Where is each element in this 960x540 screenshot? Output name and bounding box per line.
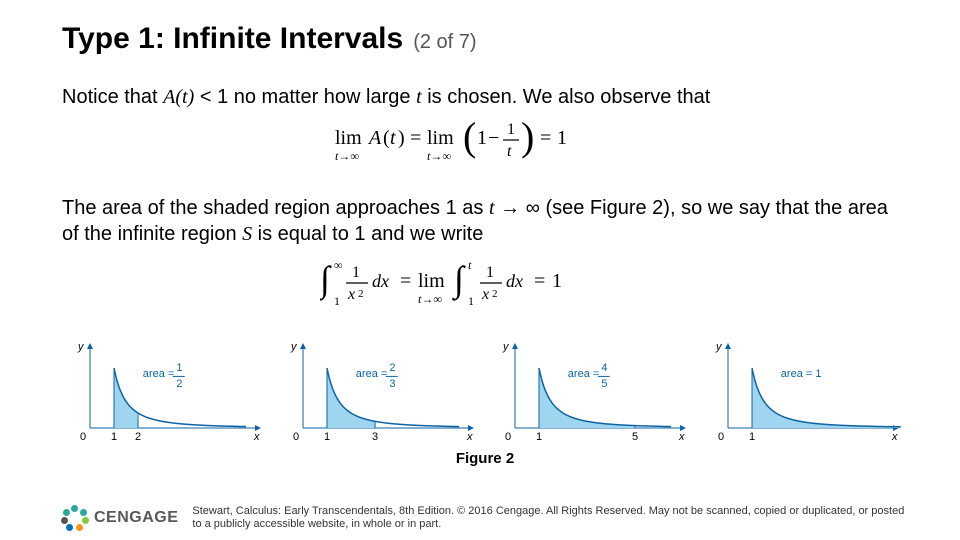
page-title: Type 1: Infinite Intervals — [62, 22, 403, 56]
svg-text:=: = — [534, 270, 545, 292]
var-A: A — [163, 86, 175, 108]
svg-text:(: ( — [463, 120, 476, 159]
svg-text:0: 0 — [505, 431, 511, 443]
svg-text:y: y — [77, 341, 85, 353]
svg-text:1: 1 — [352, 264, 360, 281]
svg-text:y: y — [502, 341, 510, 353]
logo-icon — [62, 505, 88, 531]
svg-text:1: 1 — [486, 264, 494, 281]
svg-text:): ) — [521, 120, 534, 159]
svg-text:lim: lim — [427, 127, 454, 149]
svg-text:2: 2 — [176, 378, 182, 390]
text: < 1 no matter how large — [194, 86, 416, 108]
svg-text:1: 1 — [477, 127, 487, 149]
svg-text:x: x — [678, 431, 685, 443]
svg-text:area =: area = — [568, 368, 600, 380]
svg-text:=: = — [540, 127, 551, 149]
text: Notice that — [62, 86, 163, 108]
svg-text:3: 3 — [389, 378, 395, 390]
svg-text:A: A — [367, 127, 382, 149]
svg-text:lim: lim — [418, 270, 445, 292]
plot-panel-3: x y 0 1 5 area = 4 5 — [491, 336, 691, 446]
svg-text:x: x — [891, 431, 898, 443]
svg-text:2: 2 — [492, 288, 498, 300]
svg-text:area =: area = — [355, 368, 387, 380]
plot-panel-4: x y 0 1 area = 1 — [704, 336, 904, 446]
svg-text:t: t — [390, 127, 396, 149]
svg-text:area = 1: area = 1 — [781, 368, 822, 380]
svg-text:t→∞: t→∞ — [418, 292, 442, 306]
text: is equal to 1 and we write — [252, 223, 483, 245]
svg-text:y: y — [715, 341, 723, 353]
svg-text:): ) — [398, 127, 405, 149]
page-counter: (2 of 7) — [413, 31, 476, 54]
svg-text:∞: ∞ — [334, 258, 343, 272]
plot-panel-2: x y 0 1 3 area = 2 3 — [279, 336, 479, 446]
figure-caption: Figure 2 — [62, 450, 908, 467]
figure-row: x y 0 1 2 area = 1 2 x y 0 1 3 area = 2 3 x … — [62, 336, 908, 446]
svg-text:1: 1 — [536, 431, 542, 443]
text: is chosen. We also observe that — [422, 86, 711, 108]
svg-text:4: 4 — [602, 362, 608, 374]
copyright-text: Stewart, Calculus: Early Transcendentals… — [192, 505, 908, 533]
svg-text:1: 1 — [111, 431, 117, 443]
svg-text:2: 2 — [358, 288, 364, 300]
slide: Type 1: Infinite Intervals (2 of 7) Noti… — [0, 0, 960, 540]
svg-text:−: − — [488, 127, 499, 149]
svg-text:dx: dx — [372, 271, 389, 291]
svg-text:=: = — [400, 270, 411, 292]
brand-name: CENGAGE — [94, 509, 178, 527]
equation-2: ∫ ∞ 1 1 x 2 dx = lim t→∞ ∫ t 1 1 x 2 dx — [62, 257, 908, 318]
svg-text:dx: dx — [506, 271, 523, 291]
svg-text:t: t — [507, 143, 512, 160]
svg-text:0: 0 — [293, 431, 299, 443]
text: (t) — [175, 86, 194, 108]
svg-text:1: 1 — [749, 431, 755, 443]
svg-text:x: x — [253, 431, 260, 443]
svg-text:3: 3 — [372, 431, 378, 443]
svg-text:x: x — [481, 286, 489, 303]
paragraph-2: The area of the shaded region approaches… — [62, 195, 908, 247]
svg-text:t: t — [468, 258, 472, 272]
svg-text:x: x — [466, 431, 473, 443]
svg-text:∫: ∫ — [452, 259, 466, 301]
svg-text:=: = — [410, 127, 421, 149]
svg-text:1: 1 — [557, 127, 567, 149]
svg-text:1: 1 — [324, 431, 330, 443]
svg-text:5: 5 — [602, 378, 608, 390]
svg-text:(: ( — [383, 127, 390, 149]
title-row: Type 1: Infinite Intervals (2 of 7) — [62, 22, 908, 56]
plot-panel-1: x y 0 1 2 area = 1 2 — [66, 336, 266, 446]
svg-text:lim: lim — [335, 127, 362, 149]
svg-text:1: 1 — [334, 294, 340, 308]
svg-text:1: 1 — [552, 270, 562, 292]
svg-text:0: 0 — [718, 431, 724, 443]
body-text: Notice that A(t) < 1 no matter how large… — [62, 84, 908, 467]
svg-text:∫: ∫ — [320, 259, 332, 301]
equation-1: lim t→∞ A ( t ) = lim t→∞ ( 1 − 1 t ) = … — [62, 120, 908, 177]
footer: CENGAGE Stewart, Calculus: Early Transce… — [0, 505, 960, 533]
svg-text:2: 2 — [135, 431, 141, 443]
svg-text:1: 1 — [507, 121, 515, 138]
svg-text:0: 0 — [80, 431, 86, 443]
brand-logo: CENGAGE — [62, 505, 178, 531]
var-S: S — [242, 223, 252, 245]
svg-text:1: 1 — [468, 294, 474, 308]
svg-text:x: x — [347, 286, 355, 303]
svg-text:t→∞: t→∞ — [427, 149, 451, 163]
svg-text:y: y — [290, 341, 298, 353]
svg-text:t→∞: t→∞ — [335, 149, 359, 163]
svg-text:5: 5 — [632, 431, 638, 443]
text: The area of the shaded region approaches… — [62, 197, 489, 219]
svg-text:1: 1 — [176, 362, 182, 374]
svg-text:area =: area = — [143, 368, 175, 380]
svg-text:2: 2 — [389, 362, 395, 374]
paragraph-1: Notice that A(t) < 1 no matter how large… — [62, 84, 908, 110]
